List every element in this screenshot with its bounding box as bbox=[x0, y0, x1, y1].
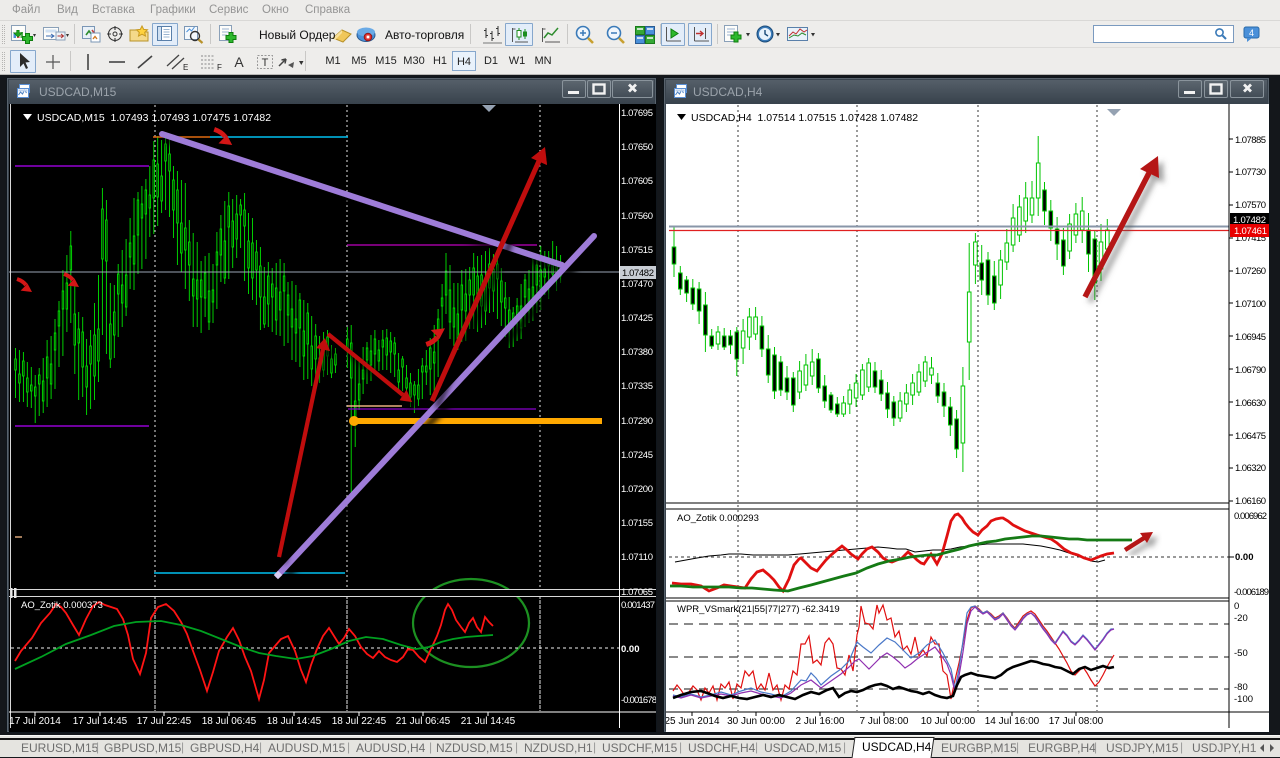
svg-text:18 Jul 14:45: 18 Jul 14:45 bbox=[267, 716, 322, 727]
svg-text:1.07260: 1.07260 bbox=[1235, 266, 1266, 277]
svg-text:0.001437: 0.001437 bbox=[621, 600, 655, 611]
svg-text:1.07560: 1.07560 bbox=[621, 211, 653, 222]
svg-text:1.07650: 1.07650 bbox=[621, 142, 653, 153]
svg-text:1.07885: 1.07885 bbox=[1235, 135, 1266, 146]
svg-text:1.07245: 1.07245 bbox=[621, 450, 653, 461]
svg-text:18 Jul 06:45: 18 Jul 06:45 bbox=[202, 716, 257, 727]
svg-text:-80: -80 bbox=[1234, 682, 1248, 693]
svg-text:T: T bbox=[262, 57, 269, 69]
svg-text:1.06945: 1.06945 bbox=[1235, 332, 1266, 343]
svg-text:1.07065: 1.07065 bbox=[621, 587, 653, 598]
svg-text:1.07730: 1.07730 bbox=[1235, 167, 1266, 178]
svg-text:0.00: 0.00 bbox=[1235, 552, 1254, 563]
svg-text:1.06475: 1.06475 bbox=[1235, 431, 1266, 442]
svg-text:7 Jul 08:00: 7 Jul 08:00 bbox=[860, 716, 909, 727]
svg-text:USDCAD,M15 1.07493 1.07493 1.: USDCAD,M15 1.07493 1.07493 1.07475 1.074… bbox=[37, 112, 271, 124]
svg-text:AO_Zotik 0.000373: AO_Zotik 0.000373 bbox=[21, 600, 103, 611]
svg-text:E: E bbox=[183, 63, 188, 72]
svg-text:AO_Zotik 0.000293: AO_Zotik 0.000293 bbox=[677, 513, 759, 524]
svg-text:1.07110: 1.07110 bbox=[621, 552, 653, 563]
svg-text:1.07380: 1.07380 bbox=[621, 347, 653, 358]
svg-text:WPR_VSmark(21|55|77|277) -62.3: WPR_VSmark(21|55|77|277) -62.3419 bbox=[677, 604, 840, 615]
svg-text:1.06630: 1.06630 bbox=[1235, 398, 1266, 409]
svg-text:1.07155: 1.07155 bbox=[621, 518, 653, 529]
svg-text:0.006962: 0.006962 bbox=[1234, 511, 1267, 522]
svg-text:1.07515: 1.07515 bbox=[621, 245, 653, 256]
svg-text:-50: -50 bbox=[1234, 648, 1248, 659]
svg-text:0.00: 0.00 bbox=[621, 644, 640, 655]
svg-text:21 Jul 14:45: 21 Jul 14:45 bbox=[461, 716, 516, 727]
svg-text:1.06160: 1.06160 bbox=[1235, 496, 1266, 507]
svg-text:1.07335: 1.07335 bbox=[621, 381, 653, 392]
svg-text:30 Jun 00:00: 30 Jun 00:00 bbox=[727, 716, 785, 727]
svg-text:F: F bbox=[217, 63, 222, 72]
svg-text:14 Jul 16:00: 14 Jul 16:00 bbox=[985, 716, 1040, 727]
svg-text:1.07695: 1.07695 bbox=[621, 108, 653, 119]
svg-text:0: 0 bbox=[1234, 601, 1239, 612]
svg-text:17 Jul 14:45: 17 Jul 14:45 bbox=[73, 716, 128, 727]
svg-text:17 Jul 22:45: 17 Jul 22:45 bbox=[137, 716, 192, 727]
svg-text:A: A bbox=[234, 54, 244, 70]
svg-text:10 Jul 00:00: 10 Jul 00:00 bbox=[921, 716, 976, 727]
svg-text:1.07482: 1.07482 bbox=[622, 268, 654, 279]
svg-text:17 Jul 2014: 17 Jul 2014 bbox=[9, 716, 61, 727]
svg-text:-20: -20 bbox=[1234, 613, 1248, 624]
svg-text:1.07100: 1.07100 bbox=[1235, 299, 1266, 310]
svg-text:-0.001678: -0.001678 bbox=[621, 695, 656, 706]
svg-text:25 Jun 2014: 25 Jun 2014 bbox=[666, 716, 720, 727]
svg-text:4: 4 bbox=[1249, 28, 1254, 38]
svg-text:1.07605: 1.07605 bbox=[621, 176, 653, 187]
svg-text:-0.006189: -0.006189 bbox=[1234, 587, 1269, 598]
svg-text:-100: -100 bbox=[1234, 694, 1253, 705]
svg-text:1.06790: 1.06790 bbox=[1235, 365, 1266, 376]
svg-text:21 Jul 06:45: 21 Jul 06:45 bbox=[396, 716, 451, 727]
svg-text:1.07470: 1.07470 bbox=[621, 279, 653, 290]
svg-text:1.07425: 1.07425 bbox=[621, 313, 653, 324]
svg-text:2 Jul 16:00: 2 Jul 16:00 bbox=[796, 716, 845, 727]
svg-text:18 Jul 22:45: 18 Jul 22:45 bbox=[332, 716, 387, 727]
svg-text:USDCAD,H4 1.07514 1.07515 1.0: USDCAD,H4 1.07514 1.07515 1.07428 1.0748… bbox=[691, 112, 918, 124]
svg-text:1.07290: 1.07290 bbox=[621, 416, 653, 427]
svg-text:1.07570: 1.07570 bbox=[1235, 200, 1266, 211]
svg-text:1.07461: 1.07461 bbox=[1234, 226, 1267, 237]
svg-text:17 Jul 08:00: 17 Jul 08:00 bbox=[1049, 716, 1104, 727]
svg-text:1.06320: 1.06320 bbox=[1235, 463, 1266, 474]
svg-text:1.07200: 1.07200 bbox=[621, 484, 653, 495]
